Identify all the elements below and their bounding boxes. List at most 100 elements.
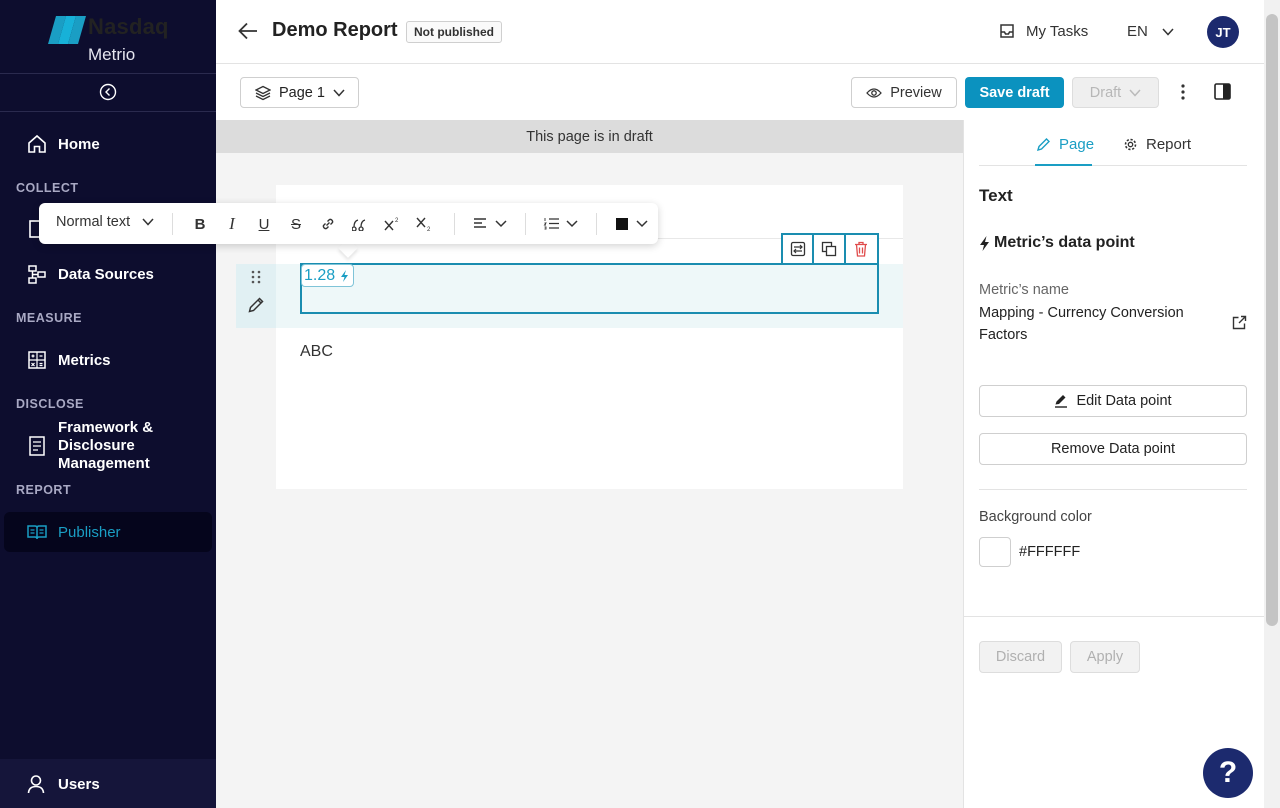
drag-handle-icon[interactable]	[249, 270, 263, 284]
edit-pencil-icon[interactable]	[247, 296, 265, 314]
brand-logo[interactable]: Nasdaq Metrio	[48, 12, 178, 68]
quote-button[interactable]	[349, 213, 371, 235]
section-measure: MEASURE	[16, 311, 83, 325]
chevron-down-icon	[1162, 27, 1174, 36]
trash-icon	[855, 241, 868, 257]
bold-button[interactable]: B	[189, 213, 211, 235]
sidebar-item-label: Framework & Disclosure Management	[58, 419, 154, 472]
gear-icon	[1124, 138, 1137, 151]
underline-button[interactable]: U	[253, 213, 275, 235]
metric-name-label: Metric’s name	[979, 282, 1069, 298]
link-button[interactable]	[317, 213, 339, 235]
sidebar-item-label: Data Sources	[58, 265, 154, 283]
back-arrow-icon[interactable]	[238, 22, 258, 40]
chevron-down-icon	[1129, 88, 1141, 97]
text-color-select[interactable]	[614, 213, 650, 235]
superscript-button[interactable]: 2	[381, 213, 403, 235]
background-color-value[interactable]: #FFFFFF	[1019, 544, 1080, 560]
draft-status-select[interactable]: Draft	[1072, 77, 1159, 108]
section-report: REPORT	[16, 483, 72, 497]
text-style-label: Normal text	[56, 214, 131, 230]
delete-block-button[interactable]	[846, 235, 877, 263]
copy-icon	[821, 241, 837, 257]
lightning-icon	[341, 269, 349, 282]
sidebar-item-label: Metrics	[58, 351, 111, 369]
background-color-label: Background color	[979, 509, 1092, 525]
external-link-icon[interactable]	[1232, 315, 1247, 330]
strikethrough-button[interactable]: S	[285, 213, 307, 235]
sidebar-item-home[interactable]: Home	[26, 133, 100, 155]
draft-label: Draft	[1089, 84, 1122, 101]
my-tasks-label: My Tasks	[1026, 22, 1089, 40]
transform-icon	[790, 241, 805, 257]
brand-name: Nasdaq	[88, 14, 169, 39]
svg-text:2: 2	[427, 227, 431, 232]
numbered-list-icon	[543, 218, 578, 230]
metrics-icon	[26, 349, 48, 371]
tab-report[interactable]: Report	[1123, 136, 1191, 153]
superscript-icon: 2	[384, 218, 399, 231]
save-draft-button[interactable]: Save draft	[965, 77, 1064, 108]
align-select[interactable]	[471, 213, 509, 235]
nasdaq-logo-icon	[48, 16, 86, 44]
avatar[interactable]: JT	[1207, 16, 1239, 48]
chevron-down-icon	[333, 88, 345, 97]
page-title: Demo Report	[272, 19, 398, 41]
format-separator	[454, 213, 455, 235]
format-separator	[172, 213, 173, 235]
tab-label: Page	[1059, 136, 1095, 153]
sidebar-item-framework[interactable]: Framework & Disclosure Management	[26, 419, 153, 473]
help-button[interactable]: ?	[1203, 748, 1253, 798]
sidebar-divider	[0, 73, 216, 74]
sidebar-item-label: Publisher	[58, 523, 121, 541]
preview-button[interactable]: Preview	[851, 77, 957, 108]
collapse-sidebar-icon[interactable]	[99, 83, 117, 101]
users-icon	[26, 773, 48, 795]
home-icon	[26, 133, 48, 155]
brand-product: Metrio	[88, 45, 136, 64]
preview-label: Preview	[890, 84, 942, 101]
data-point-chip[interactable]: 1.28	[301, 264, 355, 287]
tab-page[interactable]: Page	[1036, 136, 1094, 153]
edit-data-point-button[interactable]: Edit Data point	[979, 385, 1247, 417]
data-sources-icon	[26, 263, 48, 285]
italic-button[interactable]: I	[221, 213, 243, 235]
duplicate-block-button[interactable]	[814, 235, 846, 263]
apply-button[interactable]: Apply	[1070, 641, 1140, 673]
panel-divider	[979, 489, 1247, 490]
status-badge: Not published	[406, 21, 502, 43]
sidebar-item-data-sources[interactable]: Data Sources	[26, 263, 154, 285]
toggle-panel-icon[interactable]	[1214, 83, 1231, 100]
background-color-swatch[interactable]	[979, 537, 1011, 567]
sidebar-item-users[interactable]: Users	[26, 773, 100, 795]
section-collect: COLLECT	[16, 181, 79, 195]
align-left-icon	[474, 218, 507, 228]
scrollbar-thumb[interactable]	[1266, 14, 1278, 626]
subscript-icon: 2	[416, 217, 431, 232]
lightning-icon	[980, 235, 989, 251]
remove-data-point-button[interactable]: Remove Data point	[979, 433, 1247, 465]
color-swatch-icon	[616, 218, 648, 230]
sidebar-item-metrics[interactable]: Metrics	[26, 349, 111, 371]
tab-label: Report	[1146, 136, 1192, 153]
language-select[interactable]: EN	[1127, 23, 1174, 40]
chevron-down-icon	[142, 218, 154, 226]
sidebar-item-publisher[interactable]: Publisher	[26, 521, 121, 543]
my-tasks-button[interactable]: My Tasks	[998, 22, 1088, 40]
text-block-content[interactable]: ABC	[300, 343, 333, 361]
more-options-icon[interactable]	[1175, 82, 1191, 102]
discard-button[interactable]: Discard	[979, 641, 1062, 673]
list-select[interactable]	[542, 213, 580, 235]
tabs-divider	[979, 165, 1247, 166]
convert-block-button[interactable]	[783, 235, 815, 263]
active-tab-indicator	[1035, 164, 1092, 166]
text-style-select[interactable]: Normal text	[56, 214, 154, 230]
page-select[interactable]: Page 1	[240, 77, 359, 108]
language-label: EN	[1127, 23, 1148, 40]
sidebar-item-label: Home	[58, 135, 100, 153]
subscript-button[interactable]: 2	[413, 213, 435, 235]
panel-heading: Text	[979, 186, 1013, 205]
metric-name-value: Mapping - Currency Conversion Factors	[979, 305, 1184, 343]
sidebar-divider	[0, 111, 216, 112]
text-block-selected[interactable]	[300, 263, 879, 314]
